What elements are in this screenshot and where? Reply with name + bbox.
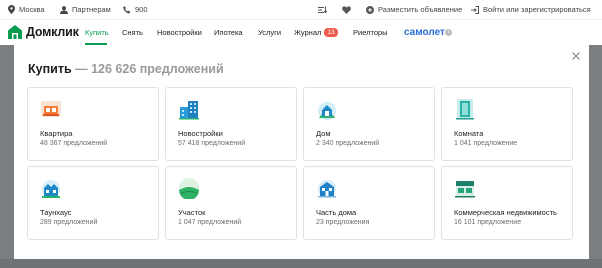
category-card-new-buildings[interactable]: Новостройки 57 418 предложений bbox=[165, 87, 297, 161]
phone-number: 900 bbox=[135, 5, 148, 14]
category-name: Квартира bbox=[40, 129, 73, 138]
category-name: Часть дома bbox=[316, 208, 357, 217]
category-card-commercial[interactable]: Коммерческая недвижимость 16 101 предлож… bbox=[441, 166, 573, 240]
modal-title: Купить — 126 626 предложений bbox=[28, 62, 224, 76]
main-navigation: Домклик Купить Снять Новостройки Ипотека… bbox=[0, 19, 602, 46]
category-card-room[interactable]: Комната 1 041 предложение bbox=[441, 87, 573, 161]
nav-item-services[interactable]: Услуги bbox=[258, 20, 281, 46]
info-icon[interactable]: i bbox=[445, 29, 452, 36]
category-card-townhouse[interactable]: Таунхаус 289 предложений bbox=[27, 166, 159, 240]
phone-icon bbox=[123, 5, 131, 13]
backdrop-overlay-right bbox=[589, 45, 602, 268]
category-card-house-part[interactable]: Часть дома 23 предложения bbox=[303, 166, 435, 240]
close-icon[interactable] bbox=[570, 50, 582, 62]
compare-button[interactable] bbox=[318, 0, 327, 19]
city-label: Москва bbox=[19, 5, 45, 14]
apartment-icon bbox=[41, 101, 61, 117]
top-utility-bar: Москва Партнерам 900 Разместить объявлен… bbox=[0, 0, 602, 19]
user-icon bbox=[60, 5, 68, 14]
category-card-house[interactable]: Дом 2 340 предложений bbox=[303, 87, 435, 161]
category-name: Новостройки bbox=[178, 129, 223, 138]
post-ad-button[interactable]: Разместить объявление bbox=[366, 0, 462, 19]
favorites-button[interactable] bbox=[342, 0, 351, 19]
category-offers-count: 16 101 предложение bbox=[454, 219, 522, 226]
nav-item-realtors[interactable]: Риелторы bbox=[353, 20, 388, 46]
commercial-icon bbox=[455, 181, 475, 198]
journal-count-badge: 13 bbox=[324, 28, 338, 37]
category-name: Коммерческая недвижимость bbox=[454, 208, 557, 217]
phone-link[interactable]: 900 bbox=[123, 0, 148, 19]
login-label: Войти или зарегистрироваться bbox=[483, 5, 591, 14]
category-offers-count: 1 047 предложений bbox=[178, 219, 242, 226]
samolet-partner-link[interactable]: самолет bbox=[404, 20, 445, 46]
category-card-land-plot[interactable]: Участок 1 047 предложений bbox=[165, 166, 297, 240]
compare-icon bbox=[318, 6, 327, 13]
city-selector[interactable]: Москва bbox=[8, 0, 45, 19]
partners-label: Партнерам bbox=[72, 5, 111, 14]
room-icon bbox=[456, 99, 474, 120]
nav-item-journal[interactable]: Журнал 13 bbox=[294, 20, 338, 46]
nav-item-new-buildings[interactable]: Новостройки bbox=[157, 20, 202, 46]
modal-offers-count: — 126 626 предложений bbox=[75, 62, 224, 76]
backdrop-overlay-left bbox=[0, 45, 14, 268]
category-name: Дом bbox=[316, 129, 331, 138]
location-pin-icon bbox=[8, 5, 15, 14]
post-ad-label: Разместить объявление bbox=[378, 5, 463, 14]
house-part-icon bbox=[318, 180, 336, 198]
buy-category-modal: Купить — 126 626 предложений Квартира 48… bbox=[14, 46, 589, 259]
logo-text: Домклик bbox=[26, 25, 79, 39]
domclick-logo[interactable]: Домклик bbox=[7, 24, 79, 40]
login-icon bbox=[471, 5, 479, 14]
category-offers-count: 57 418 предложений bbox=[178, 140, 246, 147]
nav-item-rent[interactable]: Снять bbox=[122, 20, 143, 46]
new-buildings-icon bbox=[179, 101, 199, 120]
plus-circle-icon bbox=[366, 5, 374, 14]
partners-link[interactable]: Партнерам bbox=[60, 0, 111, 19]
domclick-logo-icon bbox=[8, 25, 22, 39]
category-name: Таунхаус bbox=[40, 208, 72, 217]
category-offers-count: 48 367 предложений bbox=[40, 140, 108, 147]
townhouse-icon bbox=[42, 180, 60, 198]
category-offers-count: 1 041 предложение bbox=[454, 140, 518, 147]
category-offers-count: 23 предложения bbox=[316, 219, 370, 226]
active-nav-underline bbox=[85, 43, 107, 45]
modal-title-text: Купить bbox=[28, 62, 72, 76]
nav-item-mortgage[interactable]: Ипотека bbox=[214, 20, 243, 46]
category-offers-count: 289 предложений bbox=[40, 219, 98, 226]
house-icon bbox=[318, 102, 336, 120]
backdrop-overlay-bottom bbox=[0, 259, 602, 268]
land-plot-icon bbox=[179, 178, 199, 199]
nav-item-journal-label: Журнал bbox=[294, 28, 322, 37]
category-card-apartment[interactable]: Квартира 48 367 предложений bbox=[27, 87, 159, 161]
heart-icon bbox=[342, 5, 351, 14]
category-name: Участок bbox=[178, 208, 206, 217]
login-button[interactable]: Войти или зарегистрироваться bbox=[471, 0, 591, 19]
category-name: Комната bbox=[454, 129, 484, 138]
category-offers-count: 2 340 предложений bbox=[316, 140, 380, 147]
